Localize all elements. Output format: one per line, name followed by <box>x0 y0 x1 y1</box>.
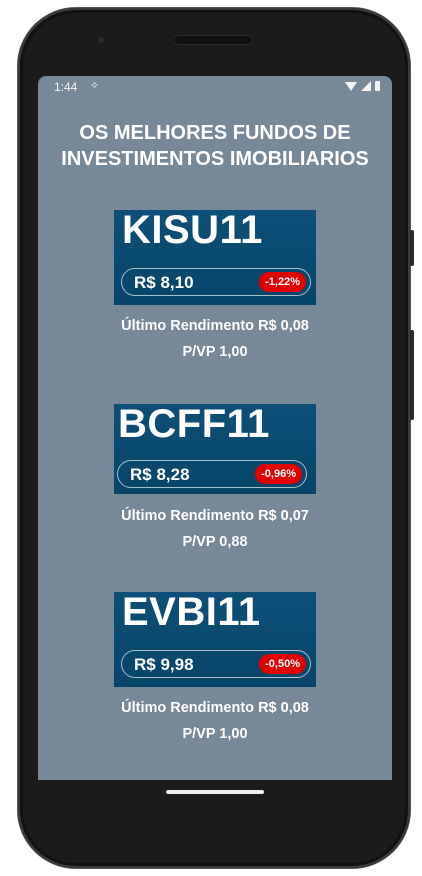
fund-change-badge: -0,96% <box>255 464 302 484</box>
fund-rendimento: Último Rendimento R$ 0,08 <box>121 700 309 716</box>
fund-change-badge: -0,50% <box>259 654 306 674</box>
price-pill: R$ 8,10 -1,22% <box>121 268 311 296</box>
fund-price: R$ 8,28 <box>130 465 190 484</box>
price-pill: R$ 9,98 -0,50% <box>121 650 311 678</box>
fund-ticker: KISU11 <box>122 210 263 252</box>
gesture-nav-bar <box>38 780 392 820</box>
fund-pvp: P/VP 0,88 <box>182 534 248 550</box>
price-pill: R$ 8,28 -0,96% <box>117 460 307 488</box>
notification-icon: ✧ <box>90 80 100 92</box>
fund-change-badge: -1,22% <box>259 272 306 292</box>
fund-ticker: EVBI11 <box>122 592 261 634</box>
status-icons <box>345 81 380 91</box>
fund-pvp: P/VP 1,00 <box>182 726 248 742</box>
page-title-line2: INVESTIMENTOS IMOBILIARIOS <box>61 148 369 170</box>
front-camera <box>95 34 107 46</box>
earpiece-speaker <box>173 35 253 45</box>
fund-rendimento: Último Rendimento R$ 0,08 <box>121 318 309 334</box>
fund-card[interactable]: BCFF11 R$ 8,28 -0,96% <box>114 404 316 494</box>
battery-icon <box>375 81 380 91</box>
page-title-line1: OS MELHORES FUNDOS DE <box>79 122 351 144</box>
volume-button <box>410 330 414 420</box>
wifi-icon <box>345 81 357 91</box>
power-button <box>410 230 414 266</box>
fund-pvp: P/VP 1,00 <box>182 344 248 360</box>
status-time: 1:44 <box>54 80 78 94</box>
fund-price: R$ 8,10 <box>134 273 194 292</box>
fund-rendimento: Último Rendimento R$ 0,07 <box>121 508 309 524</box>
fund-card[interactable]: KISU11 R$ 8,10 -1,22% <box>114 210 316 305</box>
signal-icon <box>361 81 371 91</box>
status-bar: 1:44 ✧ <box>38 76 392 98</box>
fund-price: R$ 9,98 <box>134 655 194 674</box>
fund-card[interactable]: EVBI11 R$ 9,98 -0,50% <box>114 592 316 687</box>
home-indicator[interactable] <box>166 790 264 794</box>
app-screen: 1:44 ✧ OS MELHORES FUNDOS DE INVESTIMENT… <box>38 76 392 780</box>
fund-ticker: BCFF11 <box>118 404 270 446</box>
page-title: OS MELHORES FUNDOS DE INVESTIMENTOS IMOB… <box>38 120 392 172</box>
